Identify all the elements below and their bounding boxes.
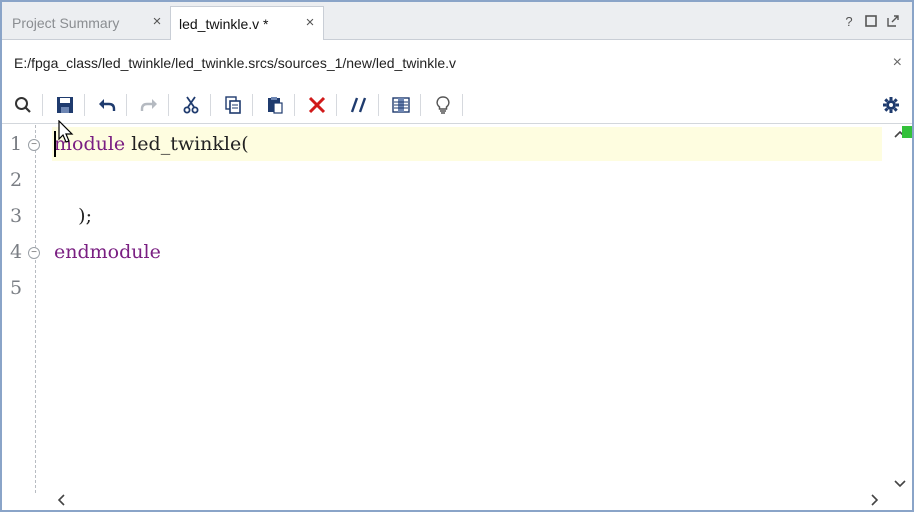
line-number: 2 [10, 169, 23, 191]
code-line: ); [54, 205, 92, 227]
close-icon[interactable]: × [303, 15, 317, 30]
code-line: module led_twinkle( [54, 133, 249, 155]
code-keyword: endmodule [54, 241, 161, 263]
file-path: E:/fpga_class/led_twinkle/led_twinkle.sr… [14, 55, 456, 71]
help-icon[interactable]: ? [842, 15, 856, 29]
tab-label: led_twinkle.v * [179, 16, 269, 32]
copy-icon[interactable] [222, 94, 244, 116]
close-icon[interactable]: × [893, 54, 902, 72]
line-number: 3 [10, 205, 23, 227]
code-line: endmodule [54, 241, 161, 263]
code-text: ); [54, 205, 92, 227]
cut-icon[interactable] [180, 94, 202, 116]
line-number-gutter: 1 − 2 3 4 − 5 [2, 125, 50, 493]
paste-icon[interactable] [264, 94, 286, 116]
lightbulb-icon[interactable] [432, 94, 454, 116]
comment-icon[interactable] [348, 94, 370, 116]
tab-bar: Project Summary × led_twinkle.v * × ? [2, 2, 912, 41]
restore-icon[interactable] [864, 15, 878, 29]
save-icon[interactable] [54, 94, 76, 116]
line-number: 1 [10, 133, 23, 155]
tab-label: Project Summary [12, 15, 120, 31]
status-indicator [902, 126, 912, 138]
scroll-left-icon[interactable] [56, 494, 66, 508]
redo-icon[interactable] [138, 94, 160, 116]
tab-led-twinkle[interactable]: led_twinkle.v * × [170, 6, 324, 41]
undo-icon[interactable] [96, 94, 118, 116]
column-select-icon[interactable] [390, 94, 412, 116]
mouse-pointer-icon [58, 119, 74, 147]
fold-toggle-icon[interactable]: − [28, 139, 40, 151]
float-icon[interactable] [886, 15, 900, 29]
scroll-down-icon[interactable] [894, 478, 906, 491]
editor-toolbar [2, 86, 912, 124]
horizontal-scrollbar[interactable] [52, 492, 888, 508]
vertical-scrollbar[interactable] [892, 126, 910, 492]
code-text: led_twinkle( [125, 133, 249, 155]
settings-gear-icon[interactable] [880, 94, 902, 116]
line-number: 4 [10, 241, 23, 263]
delete-icon[interactable] [306, 94, 328, 116]
code-editor[interactable]: 1 − 2 3 4 − 5 module led_twinkle( ); end… [2, 125, 912, 493]
file-path-bar: E:/fpga_class/led_twinkle/led_twinkle.sr… [2, 40, 912, 86]
search-icon[interactable] [12, 94, 34, 116]
scroll-right-icon[interactable] [870, 494, 880, 508]
text-caret [54, 131, 56, 157]
tab-project-summary[interactable]: Project Summary × [4, 6, 170, 40]
line-number: 5 [10, 277, 23, 299]
close-icon[interactable]: × [150, 14, 164, 29]
fold-toggle-icon[interactable]: − [28, 247, 40, 259]
